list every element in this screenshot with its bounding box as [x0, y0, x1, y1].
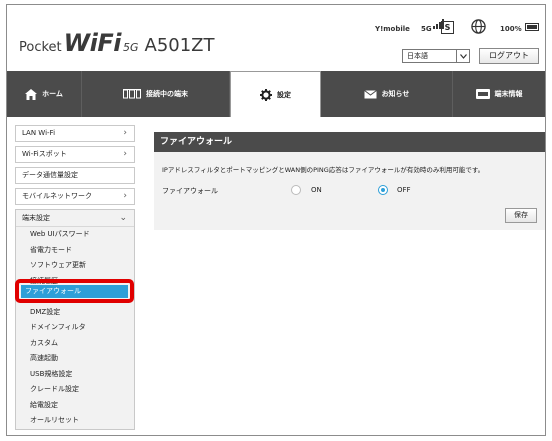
logo-text-pocket: Pocket: [19, 40, 62, 55]
sidebar-group-device-settings: 端末設定 ⌄ Web UIパスワード 省電力モード ソフトウェア更新 接続履歴 …: [15, 209, 135, 430]
tab-connected-devices[interactable]: 接続中の端末: [82, 71, 230, 117]
chevron-down-icon: ⌄: [119, 213, 127, 223]
logout-button[interactable]: ログアウト: [479, 48, 539, 64]
sidebar-subitem-cradle[interactable]: クレードル設定: [16, 382, 134, 398]
browser-frame: Pocket WiFi 5G A501ZT Y!mobile 5G S 100%…: [6, 4, 546, 436]
settings-sidebar: LAN Wi-Fi › Wi-Fiスポット › データ通信量設定 モバイルネット…: [15, 125, 135, 430]
firewall-field-label: ファイアウォール: [162, 187, 218, 195]
sidebar-subitem-firewall[interactable]: ファイアウォール: [21, 285, 128, 298]
firewall-settings-panel: ファイアウォール IPアドレスフィルタとポートマッピングとWAN側のPING応答…: [154, 132, 545, 230]
sidebar-item-label: モバイルネットワーク: [22, 192, 92, 200]
home-icon: [25, 88, 38, 100]
chevron-down-icon[interactable]: [456, 50, 469, 62]
sidebar-subitem-power-supply[interactable]: 給電設定: [16, 398, 134, 414]
panel-title: ファイアウォール: [154, 132, 545, 152]
tab-home-label: ホーム: [42, 90, 63, 98]
language-selected-value: 日本語: [407, 52, 428, 60]
battery-level: 100%: [500, 25, 522, 33]
sidebar-subitem-dmz[interactable]: DMZ設定: [16, 305, 134, 321]
firewall-on-label: ON: [311, 186, 322, 194]
battery-icon: [525, 23, 539, 31]
sidebar-subitem-fast-boot[interactable]: 高速起動: [16, 351, 134, 367]
logo-text-5g: 5G: [122, 41, 139, 54]
sidebar-subitem-software-update[interactable]: ソフトウェア更新: [16, 258, 134, 274]
sidebar-subitem-power-saving[interactable]: 省電力モード: [16, 243, 134, 259]
firewall-on-radio[interactable]: [291, 185, 301, 195]
sidebar-subitem-factory-reset[interactable]: オールリセット: [16, 413, 134, 429]
brand-logo: Pocket WiFi 5G A501ZT: [19, 29, 215, 57]
gear-icon: [260, 88, 272, 101]
network-type: 5G: [421, 25, 432, 33]
carrier-name: Y!mobile: [375, 25, 410, 33]
sidebar-item-label: Wi-Fiスポット: [22, 150, 67, 158]
tab-device-info[interactable]: 端末情報: [453, 71, 545, 117]
devices-icon: [123, 89, 141, 99]
firewall-off-label: OFF: [397, 186, 411, 194]
sidebar-item-label: LAN Wi-Fi: [22, 129, 56, 137]
sidebar-subitem-webui-password[interactable]: Web UIパスワード: [16, 227, 134, 243]
sidebar-item-label: データ通信量設定: [22, 171, 78, 179]
sidebar-group-label: 端末設定: [22, 214, 50, 222]
sidebar-item-wifi-spot[interactable]: Wi-Fiスポット ›: [15, 146, 135, 163]
sidebar-item-data-usage[interactable]: データ通信量設定: [15, 167, 135, 184]
tab-home[interactable]: ホーム: [7, 71, 82, 117]
sidebar-subitem-custom[interactable]: カスタム: [16, 336, 134, 352]
sidebar-subitem-usb-mode[interactable]: USB規格設定: [16, 367, 134, 383]
sidebar-subitem-domain-filter[interactable]: ドメインフィルタ: [16, 320, 134, 336]
mail-icon: [363, 89, 377, 99]
panel-note: IPアドレスフィルタとポートマッピングとWAN側のPING応答はファイアウォール…: [162, 166, 485, 174]
chevron-right-icon: ›: [123, 191, 127, 201]
sidebar-item-lan-wifi[interactable]: LAN Wi-Fi ›: [15, 125, 135, 142]
tab-device-info-label: 端末情報: [494, 90, 523, 98]
tab-settings-label: 設定: [277, 90, 291, 99]
sidebar-item-mobile-network[interactable]: モバイルネットワーク ›: [15, 188, 135, 205]
sim-icon: S: [441, 21, 454, 34]
tab-notifications[interactable]: お知らせ: [321, 71, 453, 117]
tab-settings[interactable]: 設定: [230, 71, 321, 117]
save-button[interactable]: 保存: [505, 208, 537, 223]
model-name: A501ZT: [144, 35, 215, 56]
language-select[interactable]: 日本語: [402, 49, 470, 63]
firewall-off-radio[interactable]: [378, 185, 388, 195]
tab-notifications-label: お知らせ: [381, 90, 410, 98]
device-info-icon: [475, 89, 490, 99]
logo-text-wifi: WiFi: [63, 29, 122, 57]
chevron-right-icon: ›: [123, 149, 127, 159]
sidebar-group-header[interactable]: 端末設定 ⌄: [16, 210, 134, 227]
main-nav: ホーム 接続中の端末 設定 お知らせ 端末情報: [7, 71, 545, 117]
tab-devices-label: 接続中の端末: [146, 90, 188, 98]
globe-icon: [471, 19, 486, 34]
header: Pocket WiFi 5G A501ZT Y!mobile 5G S 100%…: [7, 5, 545, 71]
chevron-right-icon: ›: [123, 128, 127, 138]
